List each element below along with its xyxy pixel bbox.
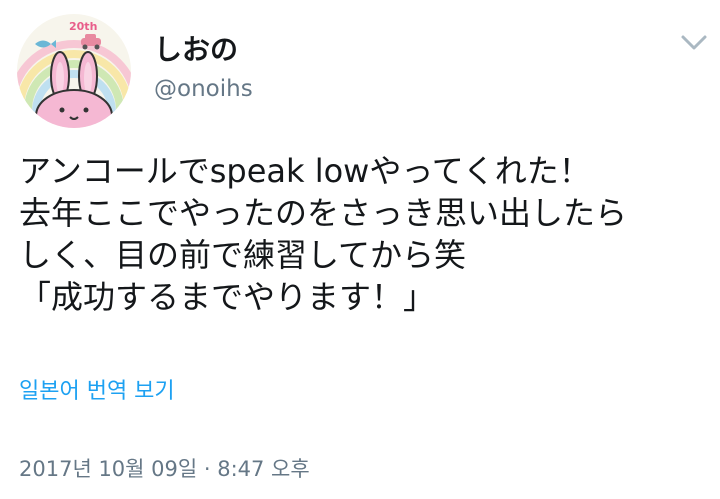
tweet-text-line: 去年ここでやったのをさっき思い出したら <box>19 194 628 232</box>
tweet-text: アンコールでspeak lowやってくれた！ 去年ここでやったのをさっき思い出し… <box>19 150 709 318</box>
tweet-timestamp: 2017년 10월 09일 · 8:47 오후 <box>19 457 310 481</box>
tweet-text-line: アンコールでspeak lowやってくれた！ <box>19 152 591 190</box>
tweet-card: 20th しおの @onoihs アンコールでspeak lowやってくれた！ … <box>0 0 720 499</box>
display-name[interactable]: しおの <box>154 33 238 67</box>
rabbit-avatar-image: 20th <box>17 14 131 128</box>
tweet-text-line: 「成功するまでやります！」 <box>19 278 436 316</box>
avatar[interactable]: 20th <box>17 14 131 128</box>
tweet-text-line: しく、目の前で練習してから笑 <box>19 236 467 274</box>
user-handle[interactable]: @onoihs <box>154 74 253 104</box>
tweet-menu-button[interactable] <box>676 28 712 58</box>
translate-tweet-link[interactable]: 일본어 번역 보기 <box>19 377 175 407</box>
avatar-badge-text: 20th <box>69 20 97 33</box>
chevron-down-icon <box>681 35 707 50</box>
